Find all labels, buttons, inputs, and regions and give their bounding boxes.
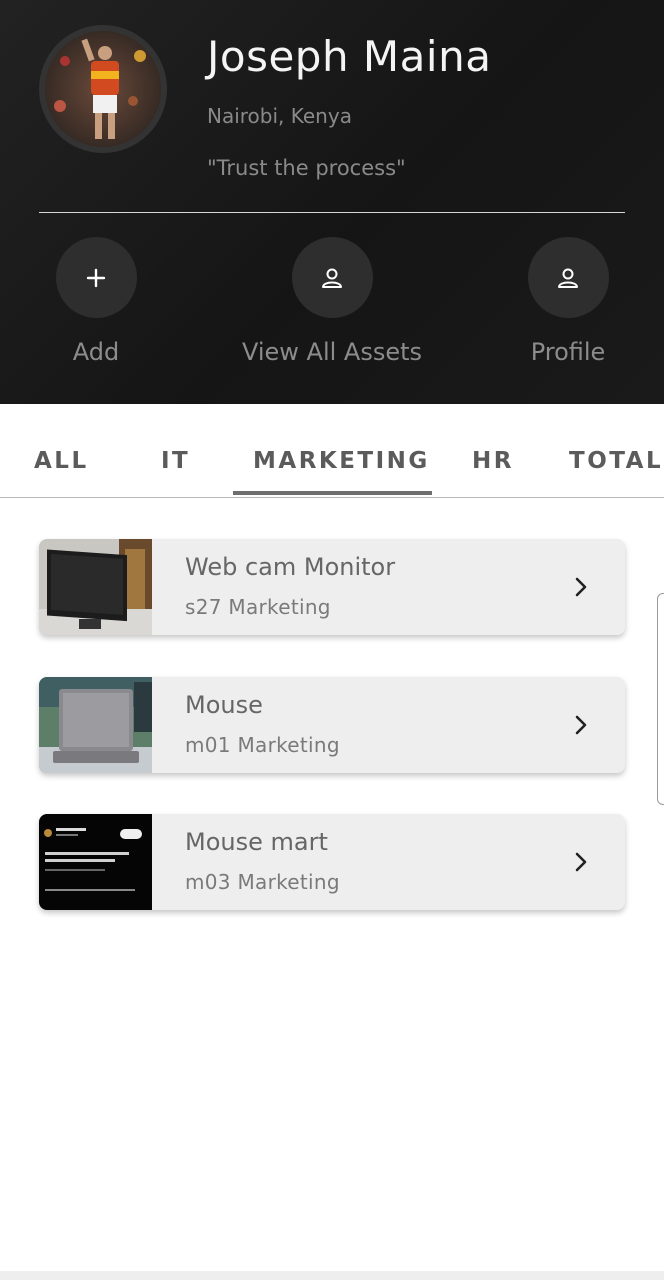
asset-card[interactable]: Web cam Monitor s27 Marketing <box>39 539 625 635</box>
asset-thumbnail <box>39 677 152 773</box>
plus-icon <box>86 268 106 287</box>
bottom-bar <box>0 1271 664 1280</box>
avatar[interactable] <box>39 25 167 153</box>
view-all-assets-label: View All Assets <box>241 338 423 366</box>
add-button[interactable] <box>55 237 137 318</box>
add-label: Add <box>72 338 120 366</box>
asset-name: Mouse <box>185 691 263 719</box>
profile-action: Profile <box>468 237 664 366</box>
scrollbar[interactable] <box>657 593 664 805</box>
profile-label: Profile <box>530 338 606 366</box>
asset-subtitle: s27 Marketing <box>185 595 331 619</box>
view-all-assets-button[interactable] <box>291 237 373 318</box>
profile-button[interactable] <box>527 237 609 318</box>
asset-subtitle: m03 Marketing <box>185 870 340 894</box>
chevron-right-icon <box>575 577 587 597</box>
person-icon <box>558 268 578 288</box>
tab-marketing[interactable]: MARKETING <box>253 448 430 474</box>
add-action: Add <box>0 237 196 366</box>
header-divider <box>39 212 625 213</box>
profile-name: Joseph Maina <box>207 32 492 81</box>
asset-card[interactable]: Mouse m01 Marketing <box>39 677 625 773</box>
chevron-right-icon <box>575 715 587 735</box>
asset-name: Web cam Monitor <box>185 553 396 581</box>
profile-location: Nairobi, Kenya <box>207 104 352 128</box>
tab-indicator <box>233 491 432 495</box>
tabs-divider <box>0 497 664 498</box>
profile-quote: "Trust the process" <box>207 156 406 180</box>
tab-hr[interactable]: HR <box>472 448 514 474</box>
asset-thumbnail <box>39 814 152 910</box>
avatar-photo <box>45 31 161 147</box>
tab-all[interactable]: ALL <box>34 448 89 474</box>
asset-name: Mouse mart <box>185 828 328 856</box>
profile-header: Joseph Maina Nairobi, Kenya "Trust the p… <box>0 0 664 404</box>
category-tabs: ALL IT MARKETING HR TOTAL <box>0 404 664 499</box>
asset-thumbnail <box>39 539 152 635</box>
asset-card[interactable]: Mouse mart m03 Marketing <box>39 814 625 910</box>
view-all-assets-action: View All Assets <box>232 237 432 366</box>
asset-subtitle: m01 Marketing <box>185 733 340 757</box>
chevron-right-icon <box>575 852 587 872</box>
person-icon <box>322 268 342 288</box>
tab-it[interactable]: IT <box>161 448 190 474</box>
tab-total[interactable]: TOTAL <box>569 448 663 474</box>
